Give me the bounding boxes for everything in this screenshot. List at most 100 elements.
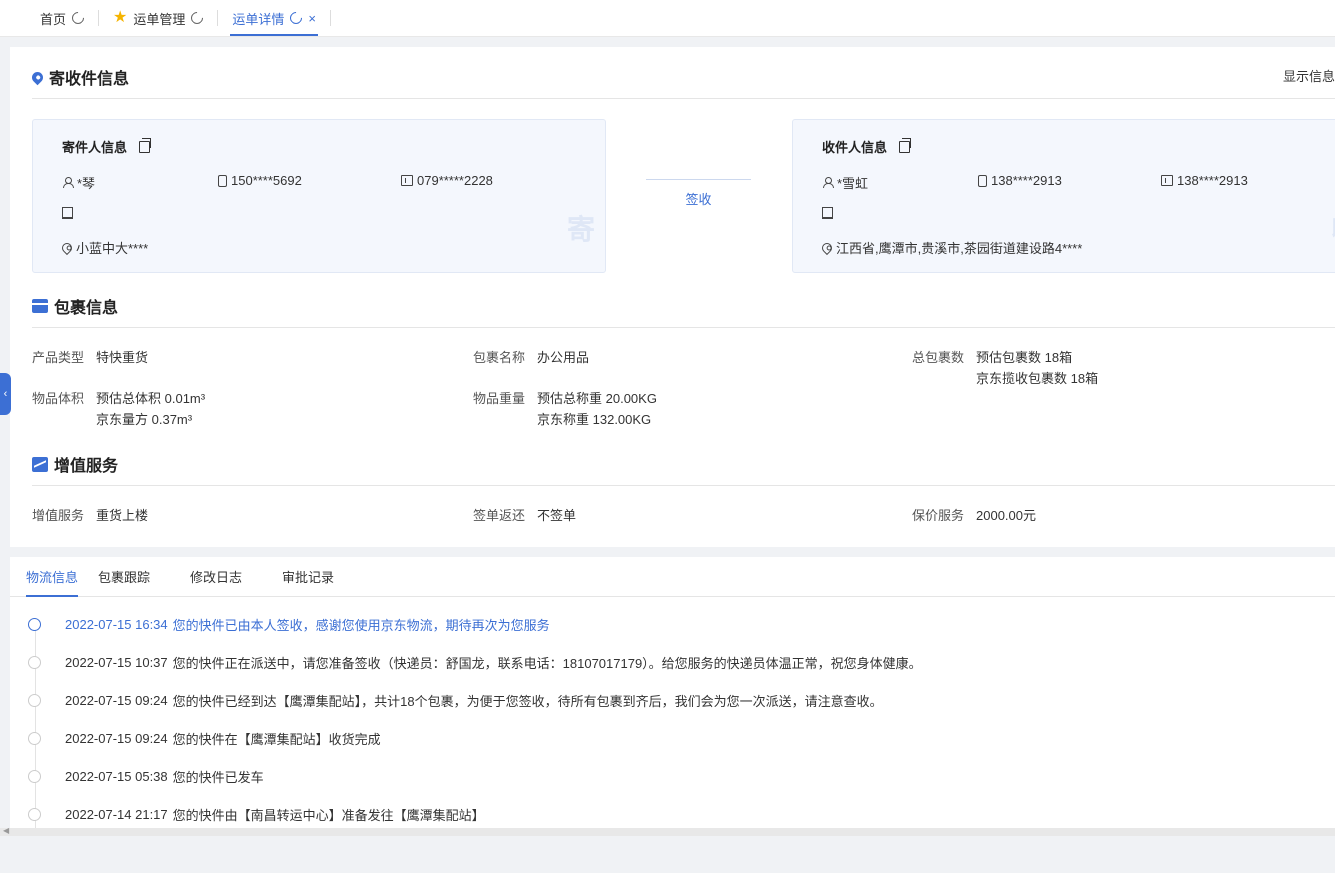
tab-waybill-detail-label: 运单详情: [232, 11, 285, 27]
status-text: 签收: [685, 192, 712, 207]
timeline-dot: [28, 656, 41, 669]
item-volume-label: 物品体积: [32, 391, 85, 406]
total-packages: 总包裹数 预估包裹数 18箱 京东揽收包裹数 18箱: [912, 347, 1098, 389]
timeline-dot: [28, 694, 41, 707]
divider: [32, 485, 1335, 486]
sender-name-value: *琴: [77, 176, 96, 191]
receiver-tel: 138****2913: [1161, 173, 1248, 188]
building-icon: [62, 207, 73, 219]
sender-name: *琴: [62, 173, 95, 192]
timeline-text: 您的快件已由本人签收，感谢您使用京东物流，期待再次为您服务: [172, 618, 550, 633]
sidebar-toggle-button[interactable]: ‹: [0, 373, 11, 415]
refresh-icon[interactable]: [287, 9, 305, 27]
timeline-time: 2022-07-15 10:37: [65, 655, 168, 670]
timeline-text: 您的快件正在派送中，请您准备签收（快递员：舒国龙，联系电话：1810701717…: [172, 656, 922, 671]
tab-divider: [329, 10, 331, 26]
tab-waybill-detail[interactable]: 运单详情 ×: [218, 0, 330, 36]
timeline-dot: [28, 770, 41, 783]
logistics-card: 物流信息 包裹跟踪 修改日志 审批记录 2022-07-15 16:34 您的快…: [10, 557, 1335, 833]
receiver-watermark: 收: [1331, 208, 1335, 248]
weight-estimated: 预估总称重 20.00KG: [537, 391, 657, 406]
sign-return-value: 不签单: [537, 508, 577, 523]
receiver-company: [822, 207, 837, 219]
tab-package-tracking[interactable]: 包裹跟踪: [98, 557, 170, 596]
value-added-service: 增值服务 重货上楼: [32, 505, 148, 526]
user-icon: [822, 177, 834, 188]
copy-icon[interactable]: [139, 137, 152, 153]
receiver-title: 收件人信息: [822, 137, 912, 156]
package-icon: [32, 299, 48, 313]
tab-home-label: 首页: [40, 11, 67, 27]
timeline-item: 2022-07-15 09:24 您的快件已经到达【鹰潭集配站】，共计18个包裹…: [28, 691, 883, 710]
address-section-label: 寄收件信息: [49, 71, 130, 88]
receiver-mobile-value: 138****2913: [991, 173, 1062, 188]
refresh-icon[interactable]: [188, 9, 206, 27]
sender-mobile-value: 150****5692: [231, 173, 302, 188]
timeline-dot: [28, 732, 41, 745]
timeline-time: 2022-07-15 09:24: [65, 693, 168, 708]
refresh-icon[interactable]: [69, 9, 87, 27]
status-connector-line: [646, 179, 751, 180]
timeline-item: 2022-07-14 21:17 您的快件由【南昌转运中心】准备发往【鹰潭集配站…: [28, 805, 485, 824]
total-packages-values: 预估包裹数 18箱 京东揽收包裹数 18箱: [976, 347, 1098, 389]
timeline-dot: [28, 808, 41, 821]
timeline-item: 2022-07-15 09:24 您的快件在【鹰潭集配站】收货完成: [28, 729, 381, 748]
copy-icon[interactable]: [899, 137, 912, 153]
telephone-icon: [1161, 175, 1173, 186]
service-section-title: 增值服务: [32, 452, 118, 476]
receiver-name: *雪虹: [822, 173, 868, 192]
timeline-time: 2022-07-15 09:24: [65, 731, 168, 746]
tab-bar: 首页 ★ 运单管理 运单详情 ×: [0, 0, 1335, 37]
logistics-tabs: 物流信息 包裹跟踪 修改日志 审批记录: [10, 557, 1335, 597]
user-icon: [62, 177, 74, 188]
receiver-address-value: 江西省,鹰潭市,贵溪市,茶园街道建设路4****: [836, 241, 1083, 256]
service-section-label: 增值服务: [54, 458, 119, 475]
address-pin-icon: [59, 240, 75, 255]
address-section-title: 寄收件信息: [29, 65, 130, 89]
sender-card: 寄件人信息 *琴 150****5692 079*****2228 小蓝中大**…: [32, 119, 606, 273]
scroll-left-icon[interactable]: ◀: [3, 826, 9, 835]
address-pin-icon: [819, 240, 835, 255]
horizontal-scrollbar[interactable]: ◀: [0, 826, 1335, 836]
tab-home[interactable]: 首页: [26, 0, 98, 36]
timeline-dot: [28, 618, 41, 631]
receiver-mobile: 138****2913: [978, 173, 1062, 188]
product-type-label: 产品类型: [32, 350, 85, 365]
timeline-text: 您的快件已经到达【鹰潭集配站】，共计18个包裹，为便于您签收，待所有包裹到齐后，…: [172, 694, 883, 709]
show-info-link[interactable]: 显示信息: [1283, 66, 1335, 85]
tab-logistics-info[interactable]: 物流信息: [26, 557, 79, 597]
close-icon[interactable]: ×: [308, 12, 316, 25]
value-added-service-value: 重货上楼: [96, 508, 149, 523]
timeline-text: 您的快件在【鹰潭集配站】收货完成: [172, 732, 381, 747]
timeline-text: 您的快件已发车: [172, 770, 264, 785]
sender-mobile: 150****5692: [218, 173, 302, 188]
timeline-time: 2022-07-14 21:17: [65, 807, 168, 822]
sender-company: [62, 207, 77, 219]
receiver-tel-value: 138****2913: [1177, 173, 1248, 188]
insurance-service-value: 2000.00元: [976, 508, 1037, 523]
mobile-icon: [218, 174, 227, 187]
package-name-label: 包裹名称: [473, 350, 526, 365]
mobile-icon: [978, 174, 987, 187]
receiver-name-value: *雪虹: [837, 176, 869, 191]
timeline-item: 2022-07-15 16:34 您的快件已由本人签收，感谢您使用京东物流，期待…: [28, 615, 550, 634]
total-packages-label: 总包裹数: [912, 350, 965, 365]
sender-tel-value: 079*****2228: [417, 173, 493, 188]
tab-modify-log[interactable]: 修改日志: [190, 557, 262, 596]
tab-approval-records[interactable]: 审批记录: [282, 557, 354, 596]
star-icon: ★: [113, 9, 128, 26]
receiver-address: 江西省,鹰潭市,贵溪市,茶园街道建设路4****: [819, 238, 1083, 257]
item-weight-label: 物品重量: [473, 391, 526, 406]
package-section-title: 包裹信息: [32, 294, 118, 318]
item-weight: 物品重量 预估总称重 20.00KG 京东称重 132.00KG: [473, 388, 657, 430]
receiver-card: 收件人信息 *雪虹 138****2913 138****2913 江西省,鹰潭…: [792, 119, 1335, 273]
sender-title: 寄件人信息: [62, 137, 152, 156]
sender-address-value: 小蓝中大****: [76, 241, 149, 256]
sender-tel: 079*****2228: [401, 173, 493, 188]
trend-chart-icon: [32, 456, 48, 472]
timeline-text: 您的快件由【南昌转运中心】准备发往【鹰潭集配站】: [172, 808, 485, 823]
waybill-detail-card: 寄收件信息 显示信息 寄件人信息 *琴 150****5692 079*****…: [10, 47, 1335, 547]
tab-waybill-management[interactable]: ★ 运单管理: [99, 0, 217, 36]
tab-waybill-management-label: 运单管理: [133, 11, 186, 27]
product-type-value: 特快重货: [96, 350, 149, 365]
